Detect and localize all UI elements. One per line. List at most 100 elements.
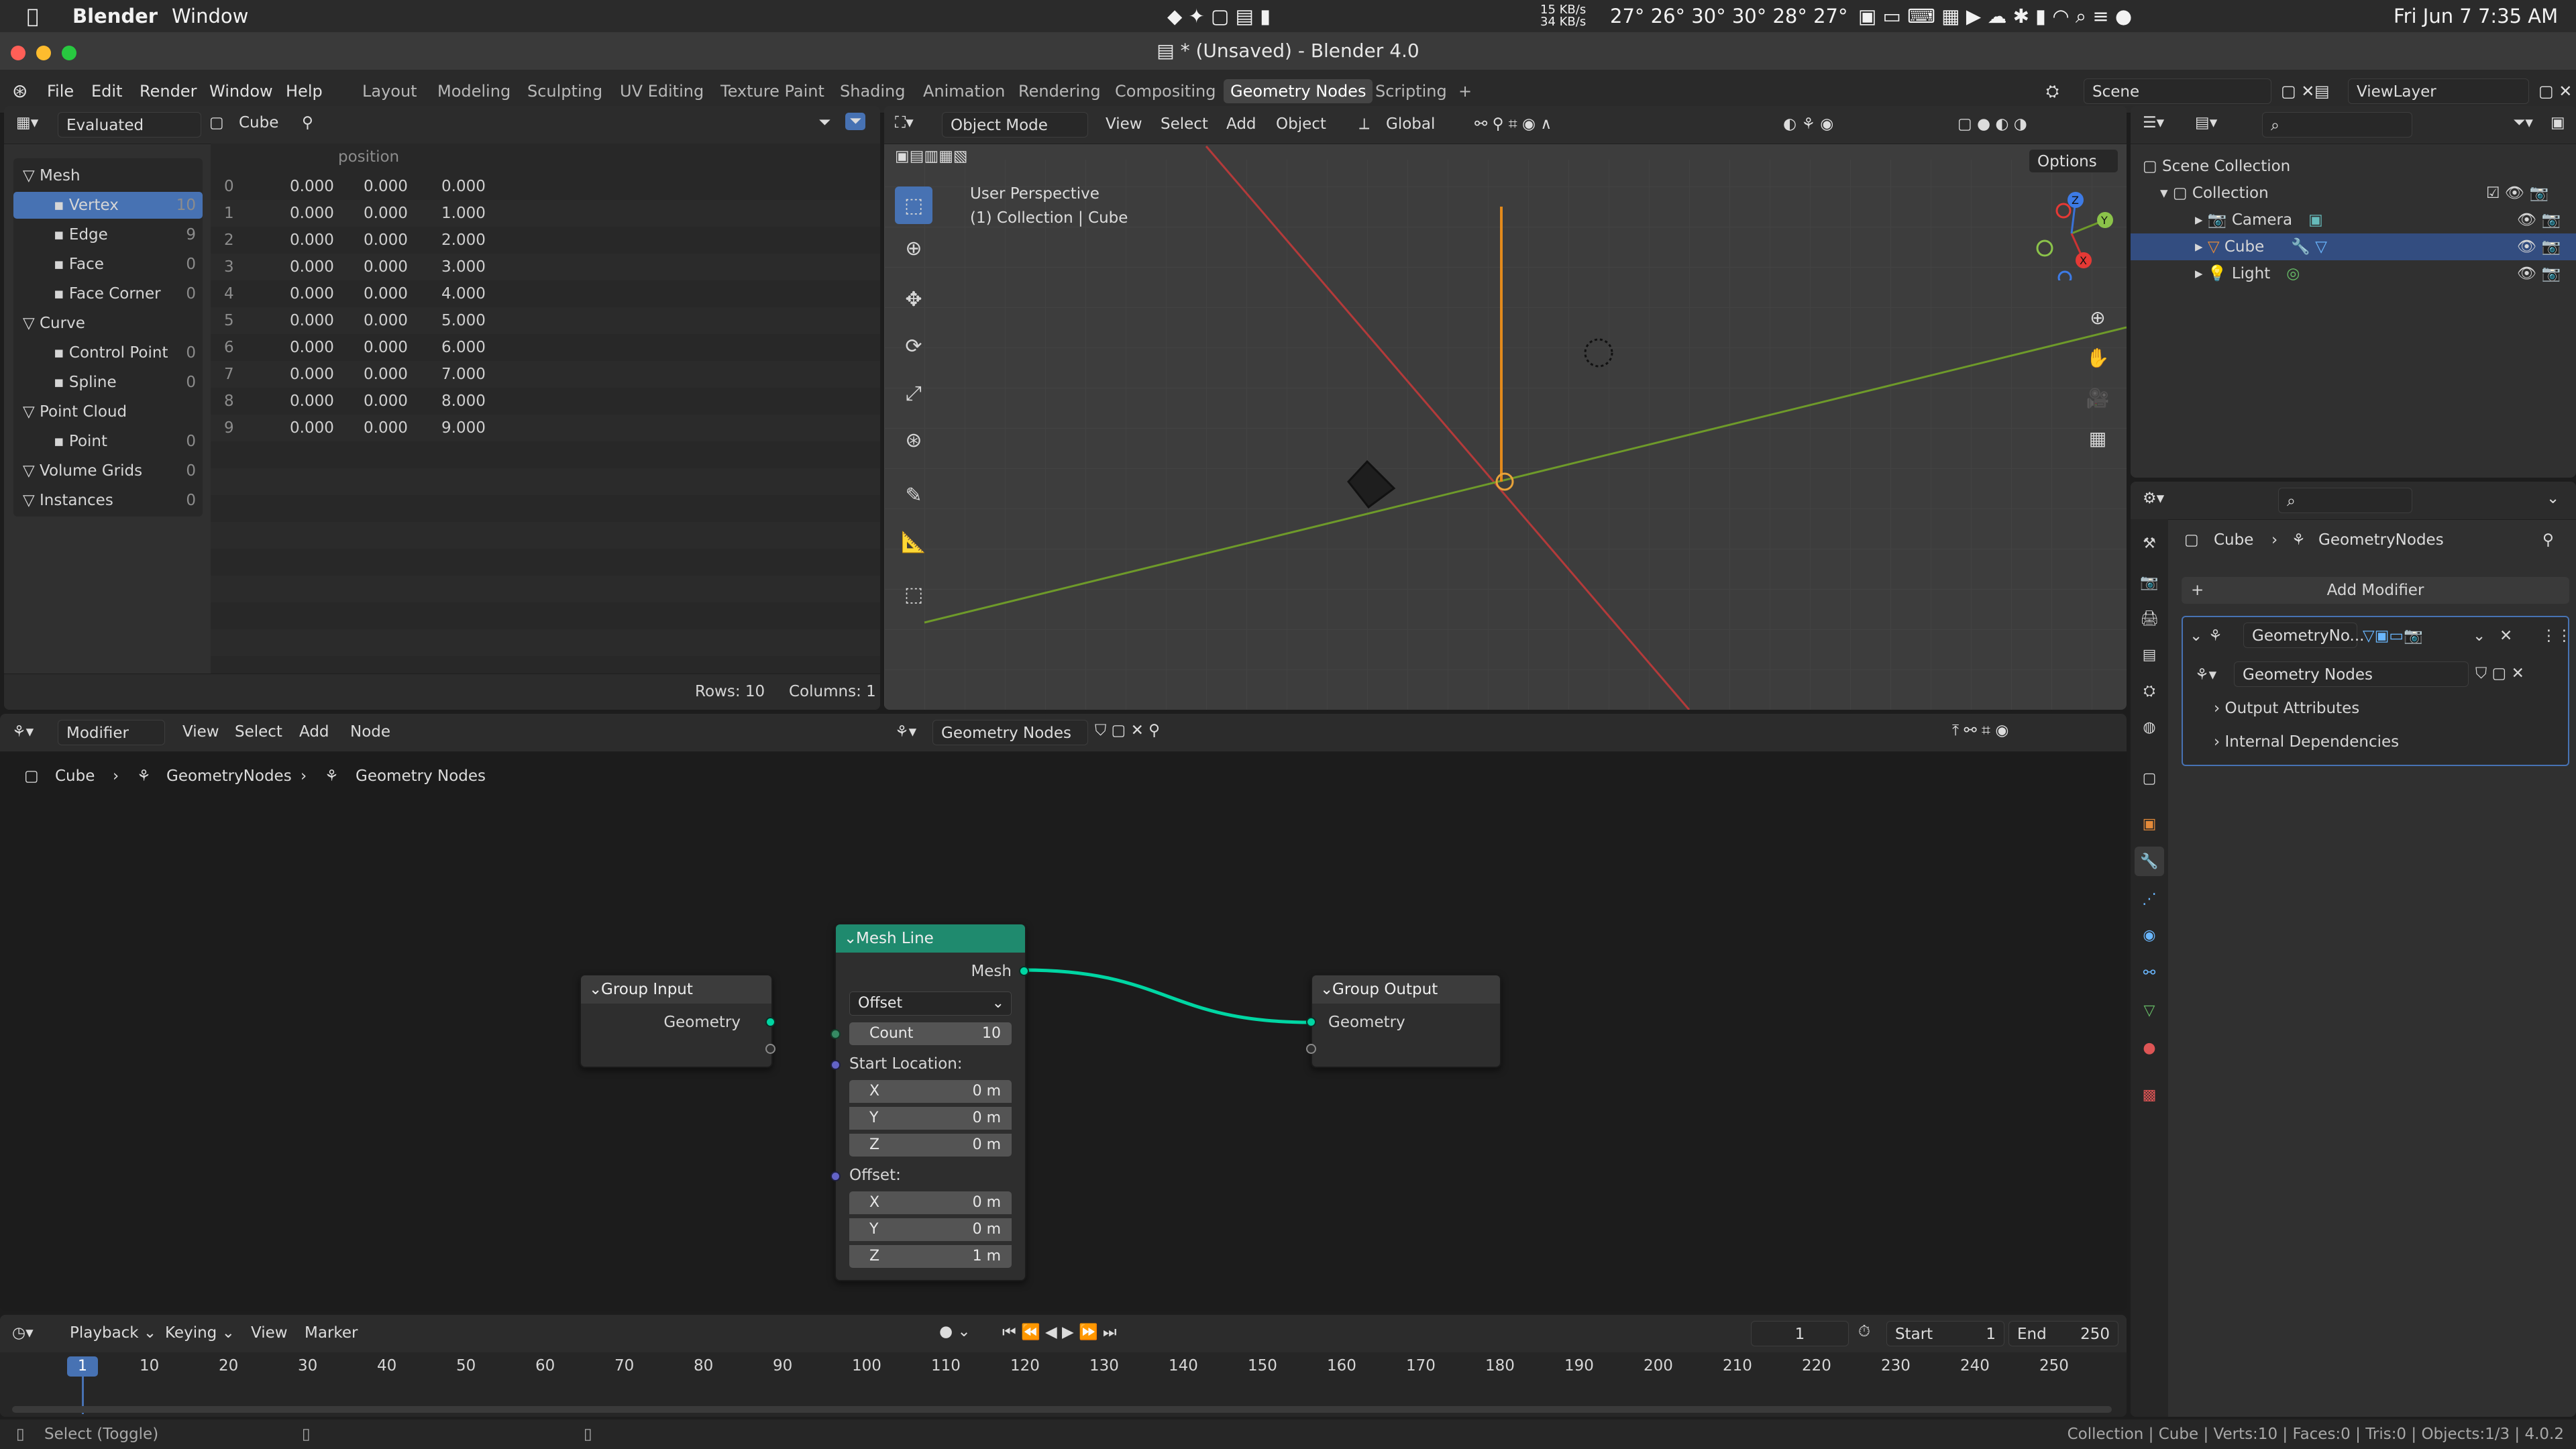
filter-icon[interactable]: ⏷▾: [2513, 114, 2533, 131]
menu-marker[interactable]: Marker: [305, 1324, 358, 1342]
window-menu[interactable]: Window: [172, 0, 248, 32]
rotate-icon[interactable]: ⟳: [895, 327, 932, 365]
timeline-area[interactable]: 10 20 30 40 50 60 70 80 90 100 110 120 130 140 150 160 1…: [0, 1352, 2127, 1417]
remove-modifier-icon[interactable]: ✕: [2500, 623, 2512, 649]
modifier-toggle-icons[interactable]: ▽▣▭📷: [2363, 623, 2423, 649]
offset-z-field[interactable]: Z 1 m: [849, 1245, 1012, 1268]
node-tree-icon[interactable]: ⚘▾: [2195, 661, 2216, 688]
node-group-actions-icons[interactable]: ⛉ ▢ ✕: [2475, 660, 2524, 687]
collapse-arrow-icon[interactable]: ⌄: [589, 975, 602, 1004]
output-attributes-section[interactable]: › Output Attributes: [2214, 695, 2359, 722]
viewlayer-selector[interactable]: ViewLayer: [2348, 78, 2529, 104]
domain-item[interactable]: ▪ Face Corner 0: [13, 280, 203, 307]
mode-dropdown[interactable]: Offset ⌄: [849, 991, 1012, 1016]
mesh-output-socket[interactable]: [1019, 966, 1029, 976]
domain-item[interactable]: ▽ Volume Grids 0: [13, 458, 203, 484]
data-tab-icon[interactable]: ▽: [2135, 996, 2164, 1025]
tab-modeling[interactable]: Modeling: [431, 79, 517, 103]
mesh-line-node[interactable]: ⌄ Mesh Line Mesh Offset ⌄ Count 10 Start Lo…: [830, 923, 1029, 1281]
group-output-empty-socket[interactable]: [1306, 1044, 1316, 1054]
orientation-dropdown[interactable]: Global: [1386, 115, 1435, 133]
tab-geometry-nodes[interactable]: Geometry Nodes: [1224, 79, 1373, 103]
outliner-item-cube[interactable]: ▸ ▽ Cube 🔧 ▽: [2131, 233, 2576, 260]
tab-scripting[interactable]: Scripting: [1368, 79, 1454, 103]
collection-visibility-icons[interactable]: ☑ 👁 📷: [2486, 180, 2548, 207]
filter-icon[interactable]: ⏷: [818, 114, 830, 131]
outliner-item-camera[interactable]: ▸ 📷 Camera ▣: [2131, 207, 2576, 233]
evaluation-mode-dropdown[interactable]: Evaluated: [58, 112, 201, 138]
start-x-field[interactable]: X 0 m: [849, 1080, 1012, 1103]
domain-item[interactable]: ▪ Control Point 0: [13, 339, 203, 366]
internal-dependencies-section[interactable]: › Internal Dependencies: [2214, 729, 2399, 755]
collapse-arrow-icon[interactable]: ⌄: [1320, 975, 1333, 1004]
tab-uv-editing[interactable]: UV Editing: [613, 79, 710, 103]
start-z-field[interactable]: Z 0 m: [849, 1134, 1012, 1157]
material-tab-icon[interactable]: ●: [2135, 1033, 2164, 1063]
menu-add[interactable]: Add: [1226, 115, 1256, 133]
scale-icon[interactable]: ⤢: [895, 374, 932, 412]
tab-texture-paint[interactable]: Texture Paint: [714, 79, 831, 103]
annotate-icon[interactable]: ✎: [895, 476, 932, 514]
output-tab-icon[interactable]: 🖨: [2135, 604, 2164, 633]
camera-view-icon[interactable]: 🎥: [2081, 381, 2114, 415]
tool-tab-icon[interactable]: ⚒: [2135, 529, 2164, 558]
new-collection-icon[interactable]: ▣: [2551, 114, 2565, 131]
start-frame-field[interactable]: Start 1: [1886, 1321, 2004, 1346]
light-visibility-icons[interactable]: 👁 📷: [2517, 260, 2561, 287]
collapse-arrow-icon[interactable]: ⌄: [844, 924, 857, 953]
add-modifier-button[interactable]: + Add Modifier: [2182, 577, 2569, 604]
menu-playback[interactable]: Playback ⌄: [70, 1324, 156, 1342]
modifier-menu-icon[interactable]: ⌄: [2473, 623, 2485, 649]
collection-row[interactable]: ▾ ▢ Collection: [2160, 180, 2269, 207]
cursor-icon[interactable]: ⊕: [895, 229, 932, 267]
add-cube-icon[interactable]: ⬚: [895, 576, 932, 613]
properties-search-input[interactable]: ⌕: [2278, 488, 2412, 513]
domain-item[interactable]: ▪ Vertex 10: [13, 192, 203, 219]
selected-only-filter-icon[interactable]: ⏷: [845, 113, 866, 130]
count-field[interactable]: Count 10: [849, 1022, 1012, 1045]
offset-y-field[interactable]: Y 0 m: [849, 1218, 1012, 1241]
view-layer-tab-icon[interactable]: ▤: [2135, 640, 2164, 669]
tab-layout[interactable]: Layout: [356, 79, 424, 103]
snap-icons[interactable]: ⚯ ⚲ ⌗ ◉ ∧: [1474, 115, 1552, 133]
collection-tab-icon[interactable]: ▢: [2135, 763, 2164, 793]
tab-sculpting[interactable]: Sculpting: [521, 79, 609, 103]
expand-arrow-icon[interactable]: ▸: [2195, 211, 2208, 229]
scene-selector[interactable]: Scene: [2084, 78, 2271, 104]
expand-arrow-icon[interactable]: ▸: [2195, 238, 2208, 256]
domain-item[interactable]: ▪ Point 0: [13, 428, 203, 455]
pan-hand-icon[interactable]: ✋: [2081, 341, 2114, 374]
outliner-search-input[interactable]: ⌕: [2262, 112, 2412, 138]
domain-item[interactable]: ▽ Curve: [13, 310, 203, 337]
node-group-field[interactable]: Geometry Nodes: [2234, 661, 2469, 687]
zoom-icon[interactable]: ⊕: [2081, 301, 2114, 334]
object-mode-dropdown[interactable]: Object Mode: [942, 112, 1088, 138]
shading-icons[interactable]: ▢ ● ◐ ◑: [1957, 115, 2027, 133]
domain-item[interactable]: ▪ Edge 9: [13, 221, 203, 248]
domain-item[interactable]: ▪ Spline 0: [13, 369, 203, 396]
end-frame-field[interactable]: End 250: [2008, 1321, 2118, 1346]
app-menu[interactable]: Blender: [72, 0, 158, 32]
expand-arrow-icon[interactable]: ▸: [2195, 265, 2208, 282]
scene-collection-row[interactable]: ▢ Scene Collection: [2143, 153, 2290, 180]
tab-animation[interactable]: Animation: [916, 79, 1012, 103]
tab-rendering[interactable]: Rendering: [1012, 79, 1108, 103]
clock[interactable]: Fri Jun 7 7:35 AM: [2394, 0, 2558, 32]
group-input-header[interactable]: ⌄ Group Input: [581, 975, 771, 1004]
pin-icon[interactable]: ⚲: [2542, 531, 2554, 549]
measure-icon[interactable]: 📐: [895, 523, 932, 561]
world-tab-icon[interactable]: ◍: [2135, 712, 2164, 742]
timeline-scrollbar[interactable]: [12, 1406, 2112, 1413]
current-frame-field[interactable]: 1: [1751, 1321, 1849, 1346]
offset-socket[interactable]: [830, 1171, 841, 1181]
object-tab-icon[interactable]: ▣: [2135, 809, 2164, 839]
particles-tab-icon[interactable]: ⋰: [2135, 884, 2164, 914]
count-socket[interactable]: [830, 1029, 841, 1039]
node-editor[interactable]: ⚘▾ Modifier View Select Add Node ⚘▾ Geom…: [0, 714, 2127, 1311]
start-y-field[interactable]: Y 0 m: [849, 1107, 1012, 1130]
texture-tab-icon[interactable]: ▩: [2135, 1080, 2164, 1110]
tab-shading[interactable]: Shading: [833, 79, 912, 103]
editor-type-icon[interactable]: ▦▾: [16, 114, 38, 131]
editor-type-icon[interactable]: ◷▾: [12, 1324, 34, 1342]
menu-view[interactable]: View: [1106, 115, 1142, 133]
